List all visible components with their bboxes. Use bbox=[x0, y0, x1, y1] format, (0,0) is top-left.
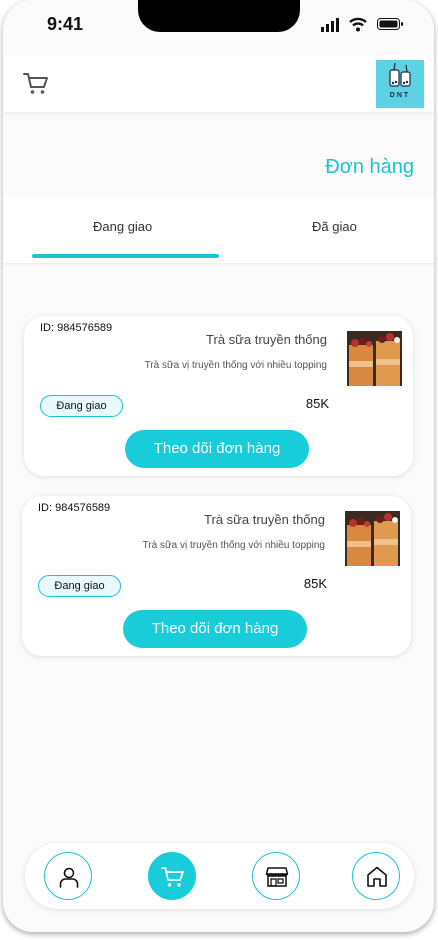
status-badge: Đang giao bbox=[40, 395, 123, 417]
order-tabs: Đang giao Đã giao bbox=[3, 197, 434, 263]
phone-frame: 9:41 DNT Đơn hàng Đang giao Đã giao ID: … bbox=[3, 0, 434, 932]
nav-cart-button[interactable] bbox=[148, 852, 196, 900]
battery-icon bbox=[377, 18, 403, 30]
cart-icon bbox=[161, 867, 184, 887]
tab-delivering[interactable]: Đang giao bbox=[93, 219, 152, 234]
notch bbox=[138, 0, 300, 32]
track-order-button[interactable]: Theo dõi đơn hàng bbox=[123, 610, 307, 648]
bottom-nav bbox=[25, 843, 414, 909]
product-image bbox=[345, 511, 400, 566]
store-icon bbox=[265, 867, 289, 887]
product-description: Trà sữa vị truyền thống với nhiều toppin… bbox=[142, 540, 325, 551]
user-icon bbox=[59, 867, 79, 888]
order-card: ID: 984576589 Trà sữa truyền thống Trà s… bbox=[22, 496, 411, 656]
product-name: Trà sữa truyền thống bbox=[204, 512, 325, 527]
signal-icon bbox=[321, 18, 339, 32]
wifi-icon bbox=[349, 17, 367, 32]
status-time: 9:41 bbox=[47, 14, 84, 34]
active-tab-indicator bbox=[32, 254, 219, 258]
order-id: ID: 984576589 bbox=[38, 502, 111, 514]
nav-profile-button[interactable] bbox=[44, 852, 92, 900]
order-id: ID: 984576589 bbox=[40, 322, 113, 334]
brand-logo: DNT bbox=[376, 60, 424, 108]
cart-icon[interactable] bbox=[23, 72, 49, 96]
product-description: Trà sữa vị truyền thống với nhiều toppin… bbox=[144, 360, 327, 371]
bubble-tea-logo-icon bbox=[389, 62, 411, 87]
nav-home-button[interactable] bbox=[352, 852, 400, 900]
product-image bbox=[347, 331, 402, 386]
nav-store-button[interactable] bbox=[252, 852, 300, 900]
product-price: 85K bbox=[303, 576, 327, 591]
home-icon bbox=[367, 866, 387, 887]
product-name: Trà sữa truyền thống bbox=[206, 332, 327, 347]
tab-delivered[interactable]: Đã giao bbox=[312, 219, 357, 234]
status-icons bbox=[321, 17, 403, 32]
page-title: Đơn hàng bbox=[325, 156, 414, 178]
product-price: 85K bbox=[305, 396, 329, 411]
status-badge: Đang giao bbox=[38, 575, 121, 597]
order-card: ID: 984576589 Trà sữa truyền thống Trà s… bbox=[24, 316, 413, 476]
top-bar: DNT bbox=[3, 56, 434, 112]
logo-text: DNT bbox=[389, 92, 411, 99]
track-order-button[interactable]: Theo dõi đơn hàng bbox=[125, 430, 309, 468]
status-bar: 9:41 bbox=[3, 0, 434, 50]
